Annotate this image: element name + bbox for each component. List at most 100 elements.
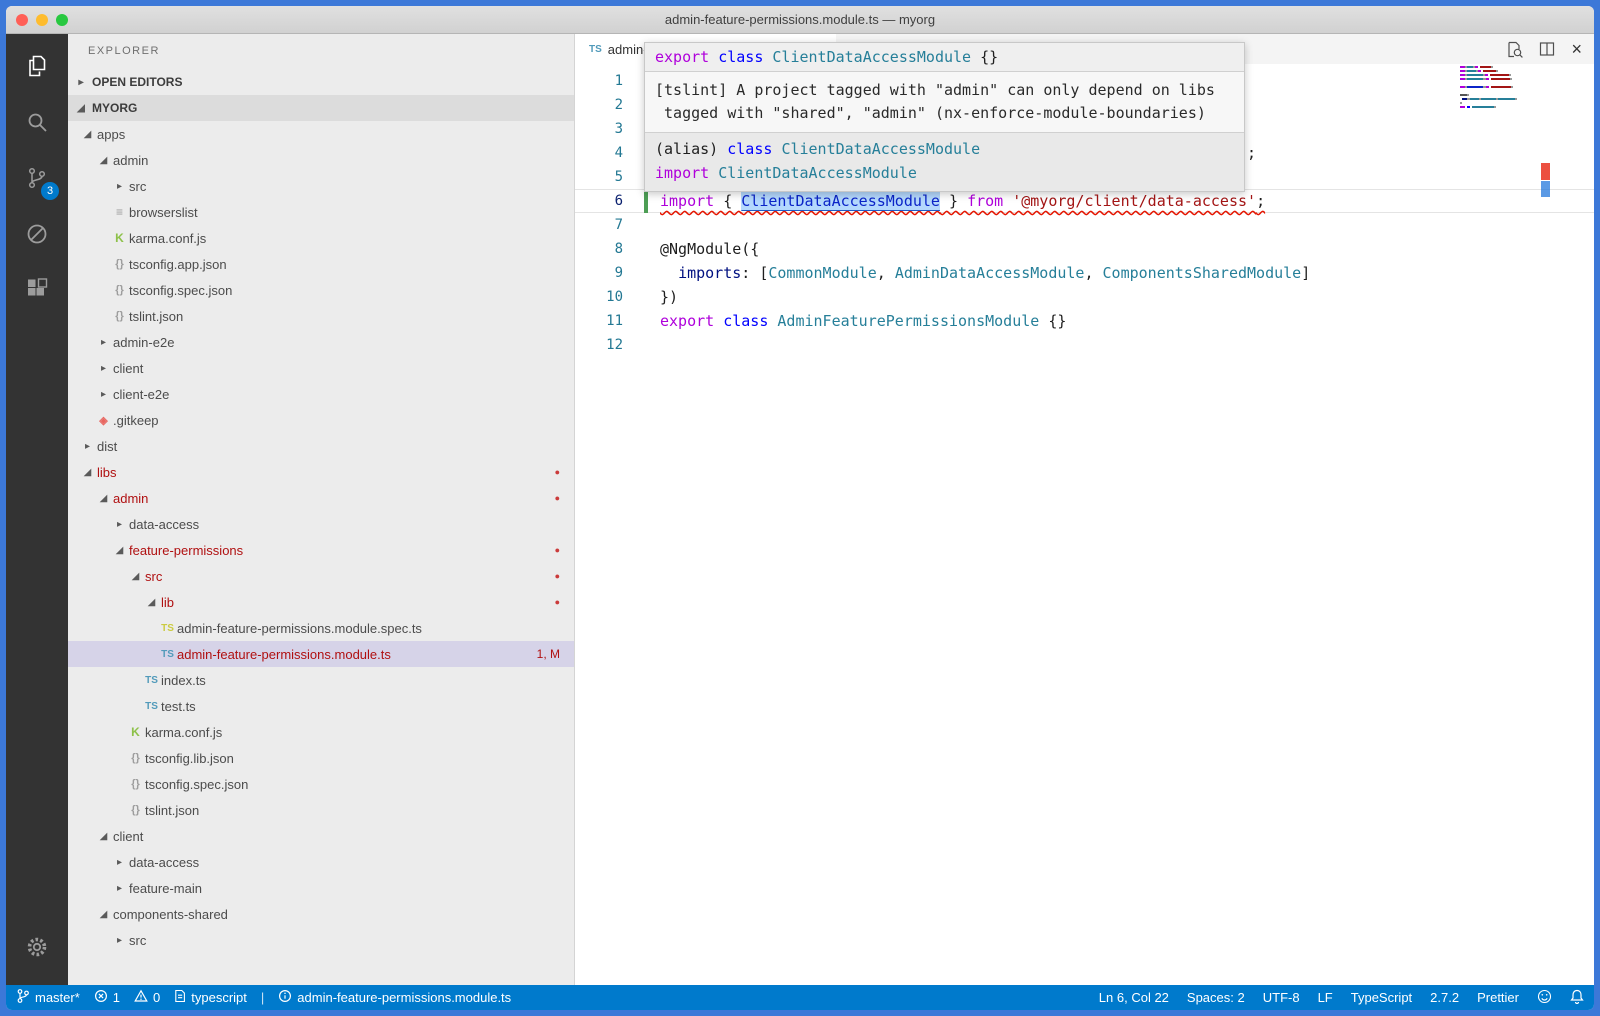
folder-expanded-icon: ◢: [78, 467, 97, 478]
sidebar-title: EXPLORER: [68, 34, 574, 69]
open-preview-icon[interactable]: [1506, 41, 1523, 58]
status-prettier-label: Prettier: [1477, 990, 1519, 1005]
tree-folder-data-access[interactable]: ▸data-access: [68, 849, 574, 875]
status-branch[interactable]: master*: [16, 988, 80, 1007]
tree-folder-feature-main[interactable]: ▸feature-main: [68, 875, 574, 901]
tree-folder-libs[interactable]: ◢libs●: [68, 459, 574, 485]
activity-search[interactable]: [6, 96, 68, 152]
status-indentation[interactable]: Spaces: 2: [1187, 990, 1245, 1005]
section-myorg[interactable]: ◢ MYORG: [68, 95, 574, 121]
tree-item-label: karma.conf.js: [129, 231, 206, 246]
status-indentation-label: Spaces: 2: [1187, 990, 1245, 1005]
warning-triangle-icon: [134, 989, 148, 1006]
line-number: 8: [575, 237, 623, 261]
doc-icon: [174, 989, 186, 1006]
tree-folder-client[interactable]: ▸client: [68, 355, 574, 381]
tree-folder-admin-e2e[interactable]: ▸admin-e2e: [68, 329, 574, 355]
status-bar-right: Ln 6, Col 22 Spaces: 2 UTF-8 LF TypeScript 2.…: [1081, 989, 1584, 1007]
tree-file-admin-feature-permissions.module.spec.ts[interactable]: TSadmin-feature-permissions.module.spec.…: [68, 615, 574, 641]
ts-blue-icon: TS: [142, 701, 161, 712]
line-number: 1: [575, 69, 623, 93]
tree-file-karma.conf.js[interactable]: Kkarma.conf.js: [68, 719, 574, 745]
status-feedback-smiley[interactable]: [1537, 989, 1552, 1007]
status-errors[interactable]: 1: [94, 989, 120, 1006]
tree-file-tslint.json[interactable]: {}tslint.json: [68, 797, 574, 823]
close-editor-icon[interactable]: ×: [1571, 40, 1582, 58]
hover-alias-line-1: (alias) class ClientDataAccessModule: [655, 137, 1234, 161]
code-line-9[interactable]: 9 imports: [CommonModule, AdminDataAcces…: [575, 261, 1594, 285]
tree-item-label: admin: [113, 491, 148, 506]
status-cursor-position[interactable]: Ln 6, Col 22: [1099, 990, 1169, 1005]
line-number: 7: [575, 213, 623, 237]
tree-file-.gitkeep[interactable]: ◈.gitkeep: [68, 407, 574, 433]
karma-icon: K: [110, 231, 129, 245]
activity-settings[interactable]: [6, 921, 68, 977]
tree-item-label: tsconfig.app.json: [129, 257, 227, 272]
tree-folder-components-shared[interactable]: ◢components-shared: [68, 901, 574, 927]
tree-file-tsconfig.lib.json[interactable]: {}tsconfig.lib.json: [68, 745, 574, 771]
tree-folder-admin[interactable]: ◢admin: [68, 147, 574, 173]
activity-source-control[interactable]: 3: [6, 152, 68, 208]
status-tslint-status[interactable]: typescript: [174, 989, 247, 1006]
status-prettier[interactable]: Prettier: [1477, 990, 1519, 1005]
braces-icon: {}: [110, 284, 129, 296]
status-file-info[interactable]: admin-feature-permissions.module.ts: [278, 989, 511, 1006]
code-line-8[interactable]: 8@NgModule({: [575, 237, 1594, 261]
status-encoding[interactable]: UTF-8: [1263, 990, 1300, 1005]
tree-file-index.ts[interactable]: TSindex.ts: [68, 667, 574, 693]
tree-file-tsconfig.app.json[interactable]: {}tsconfig.app.json: [68, 251, 574, 277]
tree-file-test.ts[interactable]: TStest.ts: [68, 693, 574, 719]
activity-debug[interactable]: [6, 208, 68, 264]
error-dot-icon: ●: [555, 571, 560, 581]
minimize-window-button[interactable]: [36, 14, 48, 26]
activity-extensions[interactable]: [6, 264, 68, 320]
tree-file-karma.conf.js[interactable]: Kkarma.conf.js: [68, 225, 574, 251]
tree-folder-src[interactable]: ▸src: [68, 173, 574, 199]
tree-file-admin-feature-permissions.module.ts[interactable]: TSadmin-feature-permissions.module.ts1, …: [68, 641, 574, 667]
code-line-11[interactable]: 11export class AdminFeaturePermissionsMo…: [575, 309, 1594, 333]
tree-folder-lib[interactable]: ◢lib●: [68, 589, 574, 615]
tree-file-tslint.json[interactable]: {}tslint.json: [68, 303, 574, 329]
status-ts-version[interactable]: 2.7.2: [1430, 990, 1459, 1005]
code-line-6[interactable]: 6import { ClientDataAccessModule } from …: [575, 189, 1594, 213]
status-notifications-bell[interactable]: [1570, 989, 1584, 1007]
tree-folder-src[interactable]: ◢src●: [68, 563, 574, 589]
folder-collapsed-icon: ▸: [110, 519, 129, 530]
hover-signature: export class ClientDataAccessModule {}: [645, 43, 1244, 72]
code-line-7[interactable]: 7: [575, 213, 1594, 237]
status-language-mode[interactable]: TypeScript: [1351, 990, 1412, 1005]
bell-icon: [1570, 989, 1584, 1007]
minimap[interactable]: [1460, 66, 1538, 114]
tree-file-tsconfig.spec.json[interactable]: {}tsconfig.spec.json: [68, 277, 574, 303]
line-number: 2: [575, 93, 623, 117]
tree-folder-feature-permissions[interactable]: ◢feature-permissions●: [68, 537, 574, 563]
error-dot-icon: ●: [555, 597, 560, 607]
tree-item-label: admin-feature-permissions.module.spec.ts: [177, 621, 422, 636]
tree-folder-apps[interactable]: ◢apps: [68, 121, 574, 147]
activity-explorer[interactable]: [6, 40, 68, 96]
tree-item-label: libs: [97, 465, 117, 480]
tree-folder-admin[interactable]: ◢admin●: [68, 485, 574, 511]
tree-folder-client[interactable]: ◢client: [68, 823, 574, 849]
section-open-editors[interactable]: ▸ OPEN EDITORS: [68, 69, 574, 95]
tree-item-label: tsconfig.lib.json: [145, 751, 234, 766]
code-line-10[interactable]: 10}): [575, 285, 1594, 309]
tree-folder-client-e2e[interactable]: ▸client-e2e: [68, 381, 574, 407]
tree-file-browserslist[interactable]: ≡browserslist: [68, 199, 574, 225]
maximize-window-button[interactable]: [56, 14, 68, 26]
folder-collapsed-icon: ▸: [78, 441, 97, 452]
line-number: 4: [575, 141, 623, 165]
split-editor-icon[interactable]: [1539, 41, 1555, 57]
status-warnings[interactable]: 0: [134, 989, 160, 1006]
tree-folder-data-access[interactable]: ▸data-access: [68, 511, 574, 537]
tree-file-tsconfig.spec.json[interactable]: {}tsconfig.spec.json: [68, 771, 574, 797]
tree-folder-dist[interactable]: ▸dist: [68, 433, 574, 459]
code-line-12[interactable]: 12: [575, 333, 1594, 357]
tree-item-label: client-e2e: [113, 387, 169, 402]
status-eol[interactable]: LF: [1318, 990, 1333, 1005]
braces-icon: {}: [126, 752, 145, 764]
info-circle-icon: [278, 989, 292, 1006]
tree-folder-src[interactable]: ▸src: [68, 927, 574, 953]
close-window-button[interactable]: [16, 14, 28, 26]
git-icon: ◈: [94, 414, 113, 427]
